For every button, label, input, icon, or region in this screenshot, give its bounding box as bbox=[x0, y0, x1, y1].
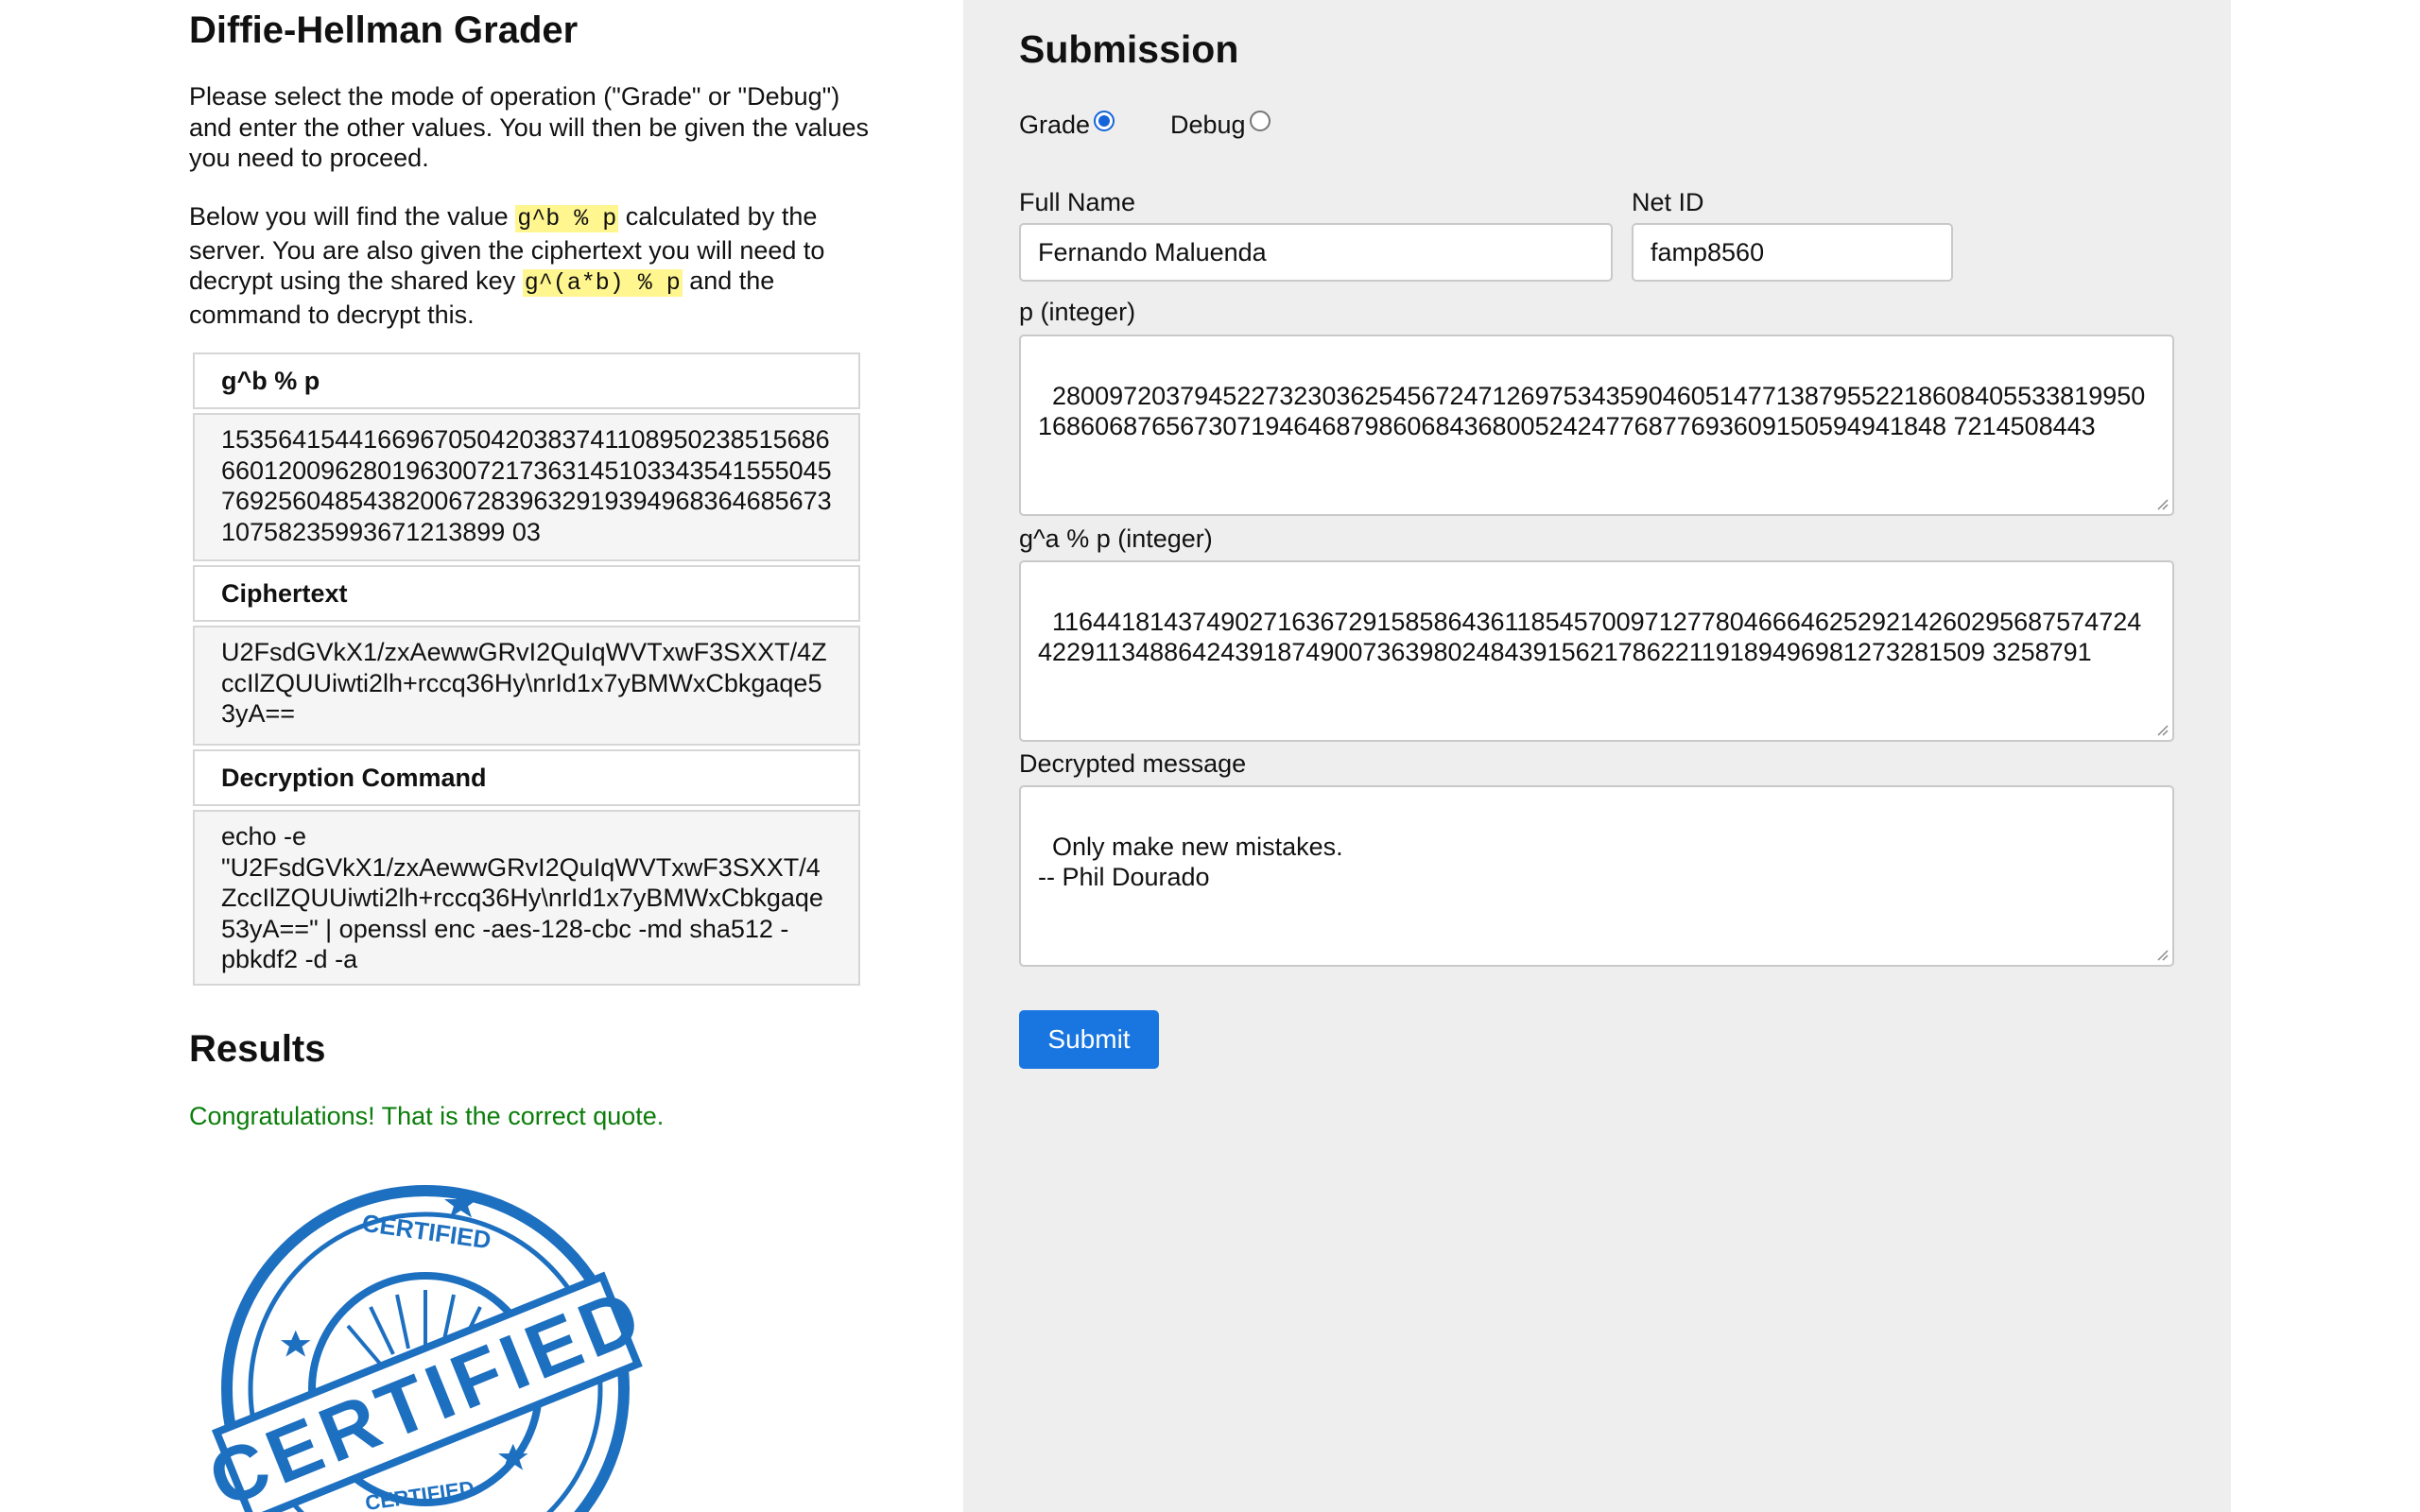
gb-header: g^b % p bbox=[193, 352, 860, 409]
gb-value: 1535641544166967050420383741108950238515… bbox=[193, 413, 860, 561]
resize-handle-icon[interactable] bbox=[2153, 946, 2169, 961]
decrypted-message-label: Decrypted message bbox=[1019, 749, 1247, 778]
mode-grade-label: Grade bbox=[1019, 111, 1091, 139]
net-id-input[interactable]: famp8560 bbox=[1632, 223, 1953, 282]
mode-grade-radio[interactable] bbox=[1094, 111, 1115, 131]
decryption-command-header: Decryption Command bbox=[193, 749, 860, 806]
ga-value: 1164418143749027163672915858643611854570… bbox=[1038, 607, 2142, 667]
p-label: p (integer) bbox=[1019, 298, 1136, 326]
full-name-input[interactable]: Fernando Maluenda bbox=[1019, 223, 1613, 282]
decryption-command-value: echo -e "U2FsdGVkX1/zxAewwGRvI2QuIqWVTxw… bbox=[193, 810, 860, 986]
mode-debug-option[interactable]: Debug bbox=[1170, 106, 1270, 144]
page-title: Diffie-Hellman Grader bbox=[189, 9, 579, 51]
resize-handle-icon[interactable] bbox=[2153, 495, 2169, 510]
net-id-label: Net ID bbox=[1632, 188, 1704, 216]
mode-debug-radio[interactable] bbox=[1249, 111, 1270, 131]
ciphertext-value: U2FsdGVkX1/zxAewwGRvI2QuIqWVTxwF3SXXT/4Z… bbox=[193, 626, 860, 746]
submission-title: Submission bbox=[1019, 27, 1239, 71]
decrypted-message-value: Only make new mistakes. -- Phil Dourado bbox=[1038, 832, 1343, 892]
decrypted-message-textarea[interactable]: Only make new mistakes. -- Phil Dourado bbox=[1019, 785, 2174, 967]
mode-grade-option[interactable]: Grade bbox=[1019, 106, 1115, 144]
ga-label: g^a % p (integer) bbox=[1019, 524, 1213, 553]
results-title: Results bbox=[189, 1028, 326, 1070]
code-gb-mod-p: g^b % p bbox=[515, 205, 619, 232]
success-message: Congratulations! That is the correct quo… bbox=[189, 1102, 665, 1130]
ga-textarea[interactable]: 1164418143749027163672915858643611854570… bbox=[1019, 560, 2174, 742]
p-textarea[interactable]: 2800972037945227323036254567247126975343… bbox=[1019, 335, 2174, 516]
ciphertext-header: Ciphertext bbox=[193, 565, 860, 622]
description-paragraph: Below you will find the value g^b % p ca… bbox=[189, 201, 879, 330]
resize-handle-icon[interactable] bbox=[2153, 721, 2169, 736]
mode-debug-label: Debug bbox=[1170, 111, 1246, 139]
certified-stamp-image: CERTIFIED CERTIFIED CERTIFIED bbox=[199, 1177, 643, 1512]
description-text-1: Below you will find the value bbox=[189, 202, 516, 231]
full-name-label: Full Name bbox=[1019, 188, 1136, 216]
stamp-small-text-bottom: CERTIFIED bbox=[364, 1476, 475, 1512]
p-value: 2800972037945227323036254567247126975343… bbox=[1038, 381, 2146, 441]
intro-paragraph: Please select the mode of operation ("Gr… bbox=[189, 82, 870, 172]
submit-button[interactable]: Submit bbox=[1019, 1010, 1159, 1069]
code-shared-key: g^(a*b) % p bbox=[522, 269, 683, 297]
